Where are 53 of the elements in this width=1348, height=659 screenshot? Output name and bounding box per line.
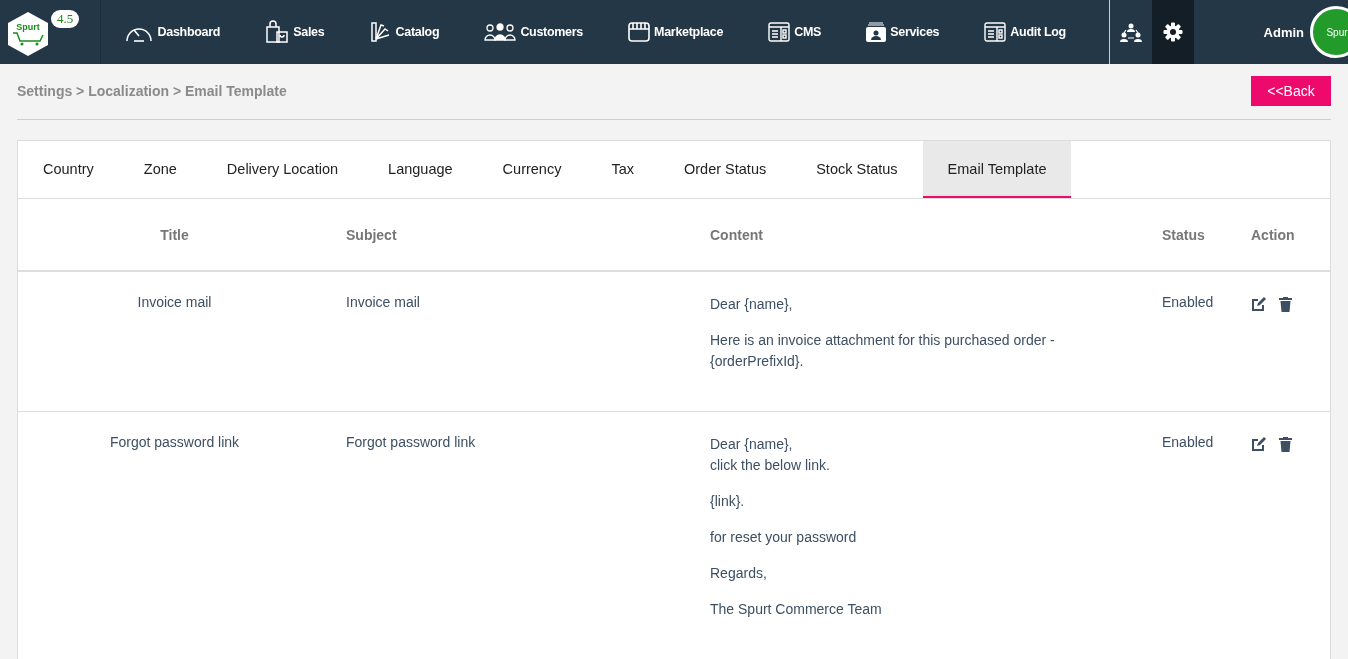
tab[interactable]: Currency (477, 141, 587, 198)
table-cell-text: Enabled (1162, 434, 1215, 450)
nav-item[interactable]: Customers (484, 20, 583, 44)
table-cell-text: Forgot password link (108, 434, 241, 450)
column-header: Action (1251, 226, 1296, 243)
nav-item[interactable]: Catalog (369, 20, 440, 44)
nav-item[interactable]: CMS (768, 20, 822, 44)
nav-item[interactable]: Sales (265, 20, 325, 44)
content-paragraph: Dear {name}, (710, 295, 794, 314)
user-name[interactable]: Admin (1263, 24, 1304, 40)
content-paragraph: for reset your password (710, 528, 858, 547)
shopping-bags-icon (265, 20, 290, 44)
back-button[interactable]: <<Back (1251, 76, 1331, 106)
contact-card-icon (866, 22, 887, 42)
table-cell-text: Invoice mail (345, 294, 421, 310)
column-header: Title (159, 226, 190, 243)
column-header: Subject (345, 226, 398, 243)
edit-icon[interactable] (1251, 436, 1267, 452)
table-cell-text: Enabled (1162, 294, 1215, 310)
tab[interactable]: Language (363, 141, 478, 198)
tab[interactable]: Stock Status (791, 141, 923, 198)
content-paragraph: Dear {name}, click the below link. (710, 435, 831, 475)
avatar-logo[interactable]: Spur (1310, 6, 1348, 58)
nav-item[interactable]: Services (866, 20, 940, 44)
people-icon (484, 22, 517, 42)
tab[interactable]: Zone (118, 141, 202, 198)
tab[interactable]: Email Template (922, 141, 1072, 198)
settings-icon[interactable] (1151, 0, 1194, 64)
tab[interactable]: Order Status (659, 141, 792, 198)
edit-icon[interactable] (1251, 296, 1267, 312)
content-paragraph: The Spurt Commerce Team (710, 600, 883, 619)
breadcrumb: Settings > Localization > Email Template (17, 83, 287, 99)
cart-icon (11, 32, 45, 46)
version-badge: 4.5 (51, 10, 80, 28)
column-header: Status (1162, 226, 1206, 243)
layout-icon (768, 22, 791, 42)
content-paragraph: {link}. (710, 492, 746, 511)
content-paragraph: Regards, (710, 564, 768, 583)
nav-item[interactable]: Audit Log (984, 20, 1066, 44)
table-cell-text: Forgot password link (345, 434, 477, 450)
storefront-icon (628, 22, 651, 42)
column-header: Content (709, 226, 764, 243)
table-cell-text: Invoice mail (136, 294, 213, 310)
tab[interactable]: Delivery Location (201, 141, 364, 198)
nav-item[interactable]: Marketplace (628, 20, 724, 44)
swatch-icon (369, 21, 392, 43)
delete-icon[interactable] (1279, 436, 1292, 452)
content-paragraph: Here is an invoice attachment for this purchased order - {orderPrefixId}. (710, 331, 1056, 371)
tab[interactable]: Tax (586, 141, 659, 198)
layout-icon (984, 22, 1007, 42)
delete-icon[interactable] (1279, 296, 1292, 312)
nav-item[interactable]: Dashboard (123, 20, 221, 44)
tab[interactable]: Country (18, 141, 119, 198)
